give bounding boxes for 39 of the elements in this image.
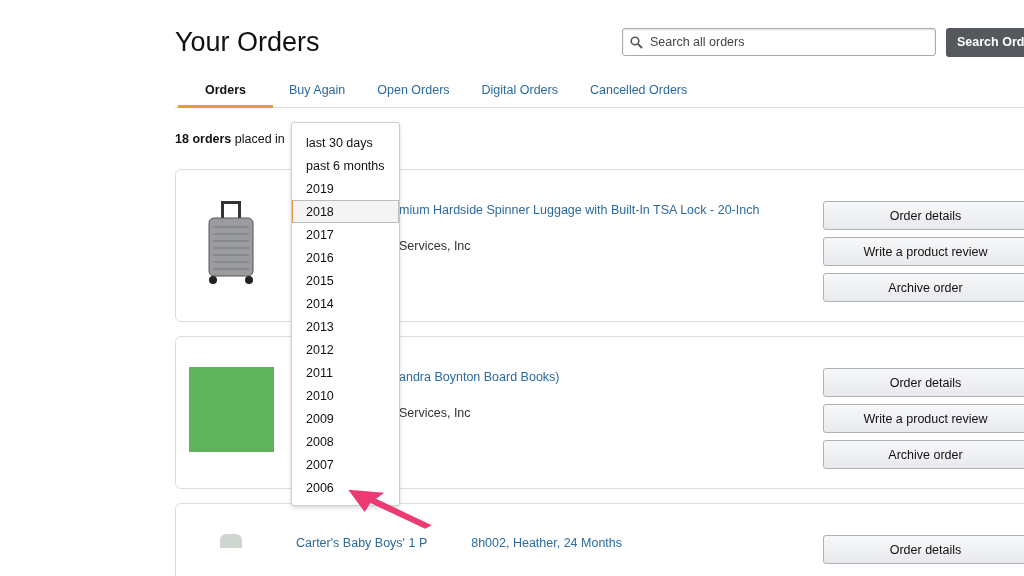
tab[interactable]: Orders <box>178 74 273 108</box>
order-action-button[interactable]: Order details <box>823 201 1024 230</box>
dropdown-option[interactable]: 2007 <box>292 453 399 476</box>
tab[interactable]: Digital Orders <box>465 74 574 108</box>
dropdown-option[interactable]: 2017 <box>292 223 399 246</box>
dropdown-option[interactable]: 2012 <box>292 338 399 361</box>
orders-summary: 18 orders placed in <box>175 132 285 146</box>
order-action-button[interactable]: Archive order <box>823 273 1024 302</box>
dropdown-option[interactable]: 2009 <box>292 407 399 430</box>
search-orders-button[interactable]: Search Ord <box>946 27 1024 57</box>
dropdown-option[interactable]: last 30 days <box>292 131 399 154</box>
product-title-link[interactable]: Carter's Baby Boys' 1 P <box>296 536 428 550</box>
dropdown-option[interactable]: 2019 <box>292 177 399 200</box>
dropdown-option[interactable]: 2013 <box>292 315 399 338</box>
product-photo-placeholder <box>220 534 242 548</box>
dropdown-option[interactable]: 2014 <box>292 292 399 315</box>
tab[interactable]: Open Orders <box>361 74 466 108</box>
tab[interactable]: Buy Again <box>273 74 362 108</box>
dropdown-option[interactable]: 2016 <box>292 246 399 269</box>
dropdown-option[interactable]: 2010 <box>292 384 399 407</box>
product-title-link[interactable]: mium Hardside Spinner Luggage with Built-In TSA Lock - 20-Inch <box>399 203 760 217</box>
order-action-button[interactable]: Archive order <box>823 440 1024 469</box>
dropdown-option[interactable]: 2006 <box>292 476 399 499</box>
seller-text: Services, Inc <box>399 406 471 420</box>
product-title-link[interactable]: 8h002, Heather, 24 Months <box>471 536 623 550</box>
dropdown-option[interactable]: 2008 <box>292 430 399 453</box>
page-title: Your Orders <box>175 26 321 58</box>
search-field[interactable]: Search all orders <box>622 28 936 56</box>
order-action-button[interactable]: Write a product review <box>823 237 1024 266</box>
order-action-button[interactable]: Write a product review <box>823 404 1024 433</box>
product-title-link[interactable]: andra Boynton Board Books) <box>399 370 560 384</box>
dropdown-option[interactable]: 2011 <box>292 361 399 384</box>
order-action-button[interactable]: Order details <box>823 535 1024 564</box>
seller-text: Services, Inc <box>399 239 471 253</box>
dropdown-option[interactable]: past 6 months <box>292 154 399 177</box>
dropdown-option[interactable]: 2015 <box>292 269 399 292</box>
tab[interactable]: Cancelled Orders <box>574 74 704 108</box>
order-action-button[interactable]: Order details <box>823 368 1024 397</box>
dropdown-option[interactable]: 2018 <box>292 200 399 223</box>
